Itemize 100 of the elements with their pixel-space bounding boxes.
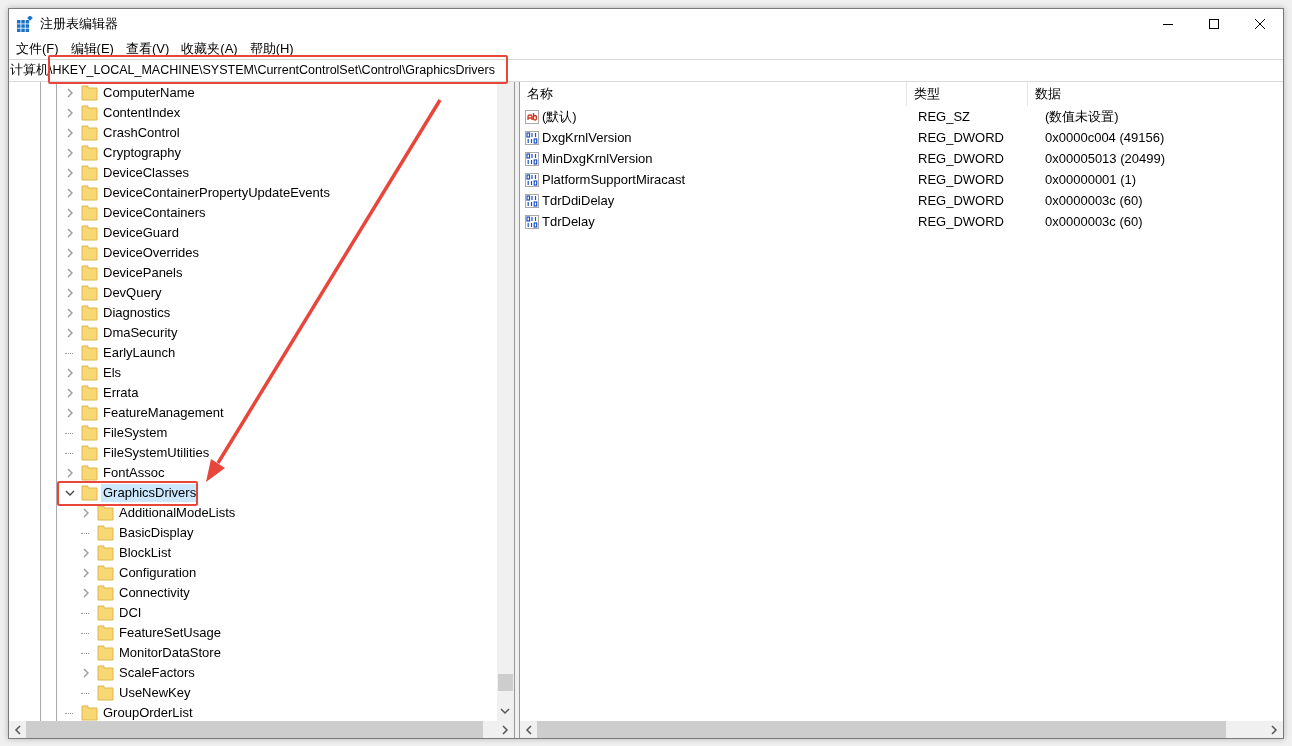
table-cell-text: REG_DWORD — [917, 130, 1005, 145]
folder-icon — [81, 225, 98, 241]
tree-item[interactable]: FeatureManagement — [101, 404, 226, 422]
folder-icon — [81, 265, 98, 281]
tree-item[interactable]: ContentIndex — [101, 104, 183, 122]
folder-icon — [97, 505, 114, 521]
folder-icon — [81, 345, 98, 361]
vertical-scrollbar[interactable] — [497, 82, 514, 721]
tree-item[interactable]: Diagnostics — [101, 304, 173, 322]
value-name[interactable]: MinDxgKrnlVersion — [542, 151, 653, 166]
string-value-icon — [525, 109, 539, 124]
maximize-icon — [1209, 19, 1219, 29]
column-header[interactable]: 名称 — [520, 82, 907, 106]
folder-icon — [97, 665, 114, 681]
app-grid-icon — [17, 16, 33, 32]
scrollbar-thumb[interactable] — [498, 674, 513, 691]
tree-item[interactable]: MonitorDataStore — [117, 644, 223, 662]
value-name[interactable]: TdrDelay — [542, 214, 595, 229]
tree-item[interactable]: FeatureSetUsage — [117, 624, 223, 642]
tree-item[interactable]: FileSystem — [101, 424, 170, 442]
tree-item[interactable]: DeviceOverrides — [101, 244, 202, 262]
tree-item[interactable]: AdditionalModeLists — [117, 504, 238, 522]
menu-item[interactable]: 收藏夹(A) — [176, 39, 245, 58]
folder-icon — [81, 385, 98, 401]
folder-icon — [81, 425, 98, 441]
folder-icon — [81, 85, 98, 101]
binary-value-icon — [525, 172, 539, 187]
column-header[interactable]: 数据 — [1028, 82, 1235, 106]
table-cell-text: 0x00005013 (20499) — [1044, 151, 1165, 166]
tree-item[interactable]: DevQuery — [101, 284, 164, 302]
tree-item[interactable]: Errata — [101, 384, 141, 402]
scroll-right-caret-icon[interactable] — [501, 724, 509, 735]
table-cell-text: REG_DWORD — [917, 193, 1005, 208]
menu-item[interactable]: 文件(F) — [11, 39, 66, 58]
tree-item[interactable]: UseNewKey — [117, 684, 193, 702]
scroll-right-caret-icon[interactable] — [1270, 724, 1278, 735]
folder-icon — [97, 685, 114, 701]
tree-item[interactable]: BasicDisplay — [117, 524, 196, 542]
tree-item[interactable]: Cryptography — [101, 144, 184, 162]
folder-icon — [97, 625, 114, 641]
folder-icon — [81, 325, 98, 341]
folder-icon — [81, 165, 98, 181]
value-name[interactable]: (默认) — [542, 107, 577, 126]
table-cell-text: REG_DWORD — [917, 214, 1005, 229]
table-cell-text: 0x0000c004 (49156) — [1044, 130, 1165, 145]
tree-item[interactable]: Els — [101, 364, 124, 382]
folder-icon — [81, 405, 98, 421]
tree-item[interactable]: GroupOrderList — [101, 704, 195, 721]
folder-icon — [81, 365, 98, 381]
folder-icon — [81, 205, 98, 221]
folder-icon — [97, 565, 114, 581]
scroll-left-caret-icon[interactable] — [14, 724, 22, 735]
folder-icon — [81, 285, 98, 301]
tree-item[interactable]: FontAssoc — [101, 464, 167, 482]
tree-item[interactable]: DeviceGuard — [101, 224, 181, 242]
folder-icon — [81, 185, 98, 201]
folder-icon — [97, 585, 114, 601]
scroll-left-caret-icon[interactable] — [525, 724, 533, 735]
tree-item[interactable]: DevicePanels — [101, 264, 185, 282]
tree-item[interactable]: Configuration — [117, 564, 199, 582]
folder-icon — [81, 105, 98, 121]
tree-item[interactable]: Connectivity — [117, 584, 192, 602]
folder-icon — [81, 245, 98, 261]
folder-icon — [97, 605, 114, 621]
tree-item[interactable]: DeviceClasses — [101, 164, 191, 182]
folder-icon — [81, 125, 98, 141]
tree-item[interactable]: DmaSecurity — [101, 324, 180, 342]
menu-item[interactable]: 编辑(E) — [65, 39, 121, 58]
tree-item[interactable]: DeviceContainers — [101, 204, 208, 222]
value-name[interactable]: PlatformSupportMiracast — [542, 172, 686, 187]
window-title: 注册表编辑器 — [40, 15, 119, 33]
folder-icon — [81, 445, 98, 461]
table-cell-text: REG_DWORD — [917, 151, 1005, 166]
binary-value-icon — [525, 130, 539, 145]
tree-item[interactable]: ScaleFactors — [117, 664, 197, 682]
folder-icon — [97, 545, 114, 561]
tree-item[interactable]: DeviceContainerPropertyUpdateEvents — [101, 184, 332, 202]
value-name[interactable]: TdrDdiDelay — [542, 193, 615, 208]
tree-item[interactable]: FileSystemUtilities — [101, 444, 212, 462]
value-name[interactable]: DxgKrnlVersion — [542, 130, 632, 145]
folder-icon — [81, 305, 98, 321]
folder-icon — [97, 645, 114, 661]
scroll-down-caret-icon[interactable] — [500, 707, 510, 715]
binary-value-icon — [525, 151, 539, 166]
tree-item[interactable]: CrashControl — [101, 124, 182, 142]
binary-value-icon — [525, 214, 539, 229]
folder-icon — [97, 525, 114, 541]
tree-item[interactable]: DCI — [117, 604, 144, 622]
tree-item[interactable]: EarlyLaunch — [101, 344, 178, 362]
table-cell-text: 0x0000003c (60) — [1044, 193, 1143, 208]
table-cell-text: 0x0000003c (60) — [1044, 214, 1143, 229]
column-header[interactable]: 类型 — [907, 82, 1028, 106]
folder-icon — [81, 465, 98, 481]
table-cell-text: REG_SZ — [917, 109, 971, 124]
tree-item[interactable]: BlockList — [117, 544, 174, 562]
folder-icon — [81, 485, 98, 501]
tree-item[interactable]: GraphicsDrivers — [101, 484, 199, 502]
binary-value-icon — [525, 193, 539, 208]
tree-item[interactable]: ComputerName — [101, 84, 197, 102]
table-cell-text: REG_DWORD — [917, 172, 1005, 187]
